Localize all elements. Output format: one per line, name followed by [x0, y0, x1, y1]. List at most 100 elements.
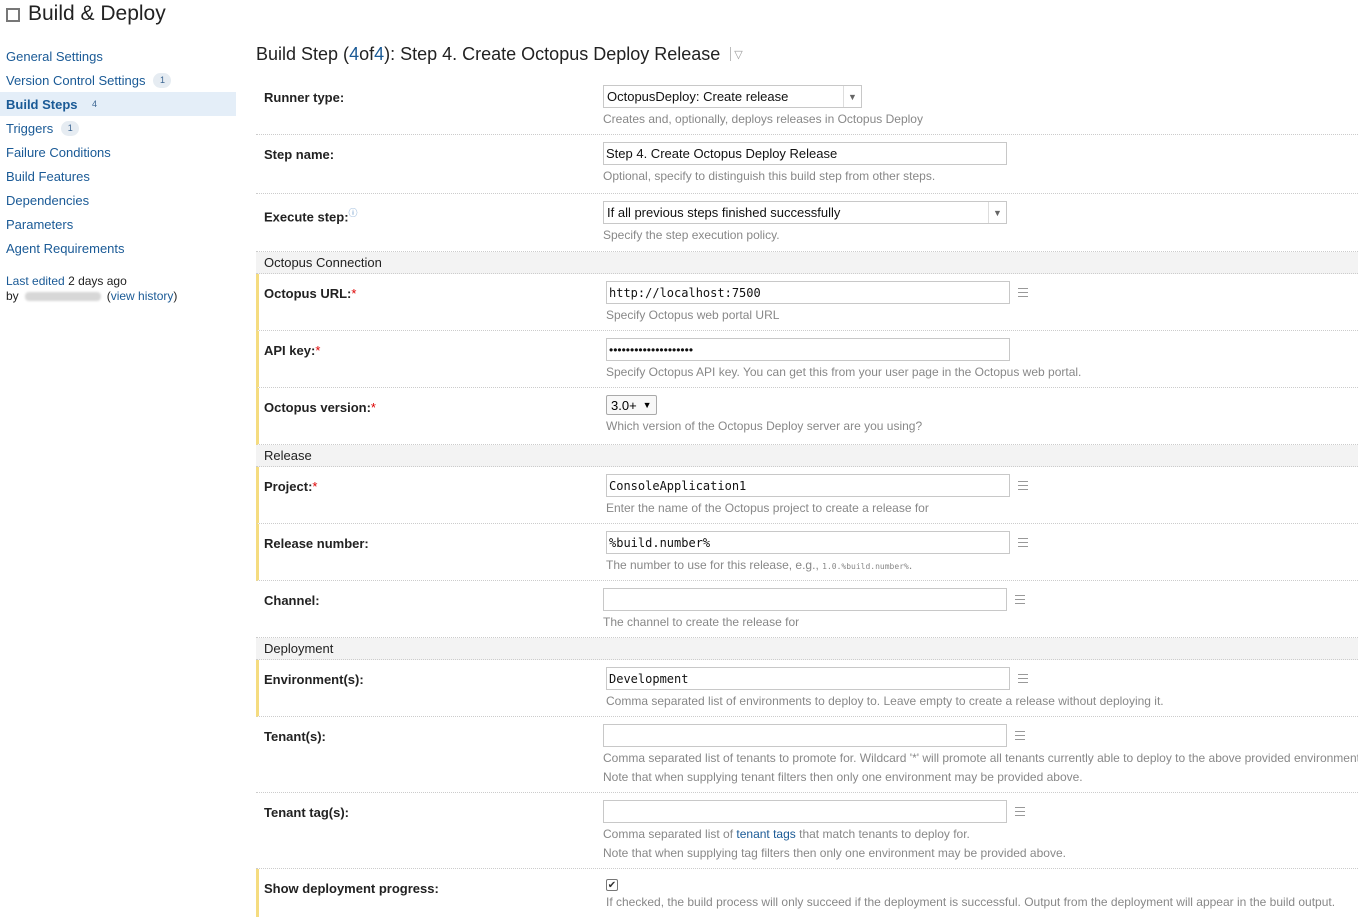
api-key-hint: Specify Octopus API key. You can get thi… — [606, 365, 1082, 379]
project-hint: Enter the name of the Octopus project to… — [606, 501, 929, 515]
release-number-input[interactable]: %build.number% — [606, 531, 1010, 554]
channel-row: Channel: The channel to create the relea… — [256, 581, 1358, 638]
sidebar-item-failure-conditions[interactable]: Failure Conditions — [0, 140, 236, 164]
sidebar-item-dependencies[interactable]: Dependencies — [0, 188, 236, 212]
show-progress-checkbox[interactable]: ✔ — [606, 879, 618, 891]
step-current-number: 4 — [349, 43, 360, 64]
sidebar-item-build-steps[interactable]: Build Steps 4 — [0, 92, 236, 116]
api-key-label: API key:* — [264, 343, 320, 358]
list-icon[interactable] — [1018, 481, 1028, 490]
tenants-hint: Comma separated list of tenants to promo… — [603, 751, 1358, 765]
api-key-row: API key:* •••••••••••••••••••• Specify O… — [256, 331, 1358, 388]
project-row: Project:* ConsoleApplication1 Enter the … — [256, 467, 1358, 524]
list-icon[interactable] — [1018, 674, 1028, 683]
tenant-tags-hint: Comma separated list of tenant tags that… — [603, 825, 1066, 844]
show-progress-label: Show deployment progress: — [264, 881, 439, 896]
project-label: Project:* — [264, 479, 317, 494]
execute-step-label-text: Execute step: — [264, 209, 349, 225]
sidebar-item-triggers[interactable]: Triggers 1 — [0, 116, 236, 140]
runner-type-row: Runner type: OctopusDeploy: Create relea… — [256, 78, 1358, 135]
step-name-input[interactable]: Step 4. Create Octopus Deploy Release — [603, 142, 1007, 165]
list-icon[interactable] — [1018, 538, 1028, 547]
last-edited-link[interactable]: Last edited — [6, 274, 65, 288]
octopus-version-select[interactable]: 3.0+ ▼ — [606, 395, 657, 415]
tenants-row: Tenant(s): Comma separated list of tenan… — [256, 717, 1358, 793]
api-key-input[interactable]: •••••••••••••••••••• — [606, 338, 1010, 361]
list-icon[interactable] — [1018, 288, 1028, 297]
list-icon[interactable] — [1015, 731, 1025, 740]
environments-input[interactable]: Development — [606, 667, 1010, 690]
heading-suffix: ): Step 4. Create Octopus Deploy Release — [384, 43, 721, 64]
sidebar-item-label: Agent Requirements — [6, 240, 125, 256]
sidebar-item-label: Version Control Settings — [6, 72, 146, 88]
settings-sidebar: General Settings Version Control Setting… — [0, 44, 236, 304]
sidebar-item-label: Triggers — [6, 120, 54, 136]
step-menu-toggle[interactable]: ▽ — [730, 47, 743, 61]
count-badge: 4 — [92, 98, 98, 109]
dropdown-arrow-icon: ▼ — [988, 202, 1006, 223]
sidebar-item-parameters[interactable]: Parameters — [0, 212, 236, 236]
channel-label: Channel: — [264, 593, 320, 608]
octopus-url-label-text: Octopus URL: — [264, 286, 352, 301]
tenant-tags-note: Note that when supplying tag filters the… — [603, 846, 1066, 860]
page-title: Build & Deploy — [28, 2, 166, 25]
sidebar-item-label: General Settings — [6, 48, 103, 64]
octopus-url-label: Octopus URL:* — [264, 286, 356, 301]
main-content: Build Step (4 of 4): Step 4. Create Octo… — [256, 40, 1358, 917]
runner-type-select[interactable]: OctopusDeploy: Create release ▼ — [603, 85, 862, 108]
dropdown-arrow-icon: ▼ — [642, 400, 652, 410]
execute-step-select[interactable]: If all previous steps finished successfu… — [603, 201, 1007, 224]
execute-step-label: Execute step:ⓘ — [264, 206, 358, 224]
tenants-input[interactable] — [603, 724, 1007, 747]
sidebar-item-label: Parameters — [6, 216, 74, 232]
channel-hint: The channel to create the release for — [603, 615, 800, 629]
count-badge: 1 — [61, 120, 80, 136]
hint-prefix: The number to use for this release, e.g.… — [606, 558, 823, 572]
sidebar-item-label: Build Features — [6, 168, 90, 184]
api-key-label-text: API key: — [264, 343, 316, 358]
tenant-tags-row: Tenant tag(s): Comma separated list of t… — [256, 793, 1358, 869]
octopus-url-hint: Specify Octopus web portal URL — [606, 308, 780, 322]
sidebar-item-version-control-settings[interactable]: Version Control Settings 1 — [0, 68, 236, 92]
chevron-down-icon: ▽ — [734, 48, 743, 61]
last-edited-age: 2 days ago — [68, 274, 127, 288]
sidebar-item-label: Failure Conditions — [6, 144, 111, 160]
required-marker: * — [312, 479, 318, 494]
execute-step-value: If all previous steps finished successfu… — [607, 205, 841, 220]
tenant-tags-input[interactable] — [603, 800, 1007, 823]
step-heading: Build Step (4 of 4): Step 4. Create Octo… — [256, 40, 1358, 68]
required-marker: * — [315, 343, 321, 358]
tenant-tags-link[interactable]: tenant tags — [736, 827, 795, 841]
channel-input[interactable] — [603, 588, 1007, 611]
sidebar-item-general-settings[interactable]: General Settings — [0, 44, 236, 68]
group-header-deployment: Deployment — [256, 638, 1358, 660]
last-edited-info: Last edited 2 days ago by (view history) — [6, 274, 178, 303]
show-progress-row: Show deployment progress: ✔ If checked, … — [256, 869, 1358, 917]
title-checkbox-icon — [6, 7, 20, 22]
step-total-link[interactable]: 4 — [374, 44, 384, 65]
octopus-version-label-text: Octopus version: — [264, 400, 371, 415]
group-header-release: Release — [256, 445, 1358, 467]
sidebar-item-agent-requirements[interactable]: Agent Requirements — [0, 236, 236, 260]
tenants-label: Tenant(s): — [264, 729, 326, 744]
list-icon[interactable] — [1015, 595, 1025, 604]
runner-type-label: Runner type: — [264, 90, 345, 105]
project-input[interactable]: ConsoleApplication1 — [606, 474, 1010, 497]
required-marker: * — [351, 286, 357, 301]
sidebar-item-label: Build Steps — [6, 96, 78, 112]
environments-hint: Comma separated list of environments to … — [606, 694, 1164, 708]
hint-suffix: . — [908, 558, 913, 572]
sidebar-item-build-features[interactable]: Build Features — [0, 164, 236, 188]
view-history-link[interactable]: view history — [111, 289, 174, 303]
octopus-url-input[interactable]: http://localhost:7500 — [606, 281, 1010, 304]
show-progress-hint: If checked, the build process will only … — [606, 895, 1336, 909]
octopus-version-value: 3.0+ — [611, 397, 637, 413]
runner-type-hint: Creates and, optionally, deploys release… — [603, 112, 923, 126]
help-icon[interactable]: ⓘ — [349, 208, 358, 218]
release-number-row: Release number: %build.number% The numbe… — [256, 524, 1358, 581]
release-number-label: Release number: — [264, 536, 369, 551]
octopus-version-label: Octopus version:* — [264, 400, 376, 415]
list-icon[interactable] — [1015, 807, 1025, 816]
tenant-tags-label: Tenant tag(s): — [264, 805, 349, 820]
runner-type-value: OctopusDeploy: Create release — [607, 89, 789, 104]
